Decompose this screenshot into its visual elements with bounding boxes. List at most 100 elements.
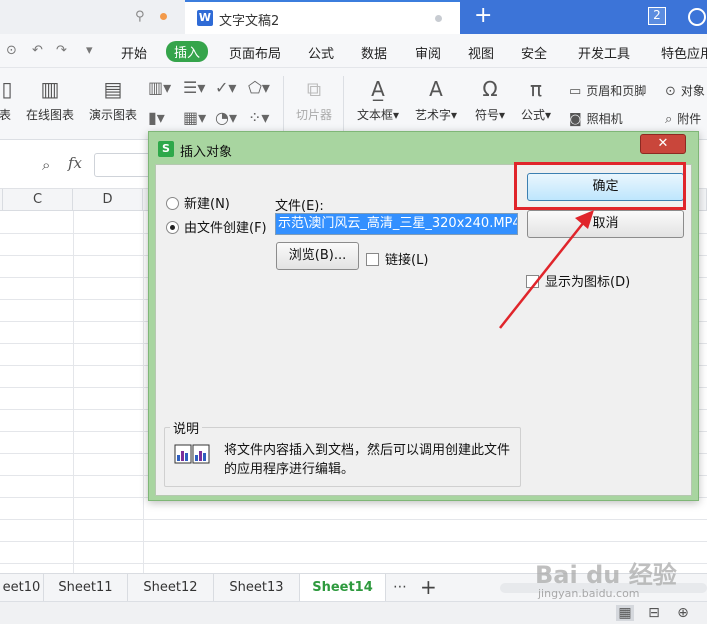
add-sheet-button[interactable]: + xyxy=(420,575,437,599)
menu-page-layout[interactable]: 页面布局 xyxy=(229,43,281,62)
stock-chart-icon[interactable]: ▮▾ xyxy=(148,108,165,127)
ribbon-symbol[interactable]: Ω 符号▾ xyxy=(470,76,510,123)
ribbon-textbox[interactable]: A̲ 文本框▾ xyxy=(352,76,404,123)
more-sheets-icon[interactable]: ⋯ xyxy=(393,579,407,595)
browse-button[interactable]: 浏览(B)... xyxy=(276,242,359,270)
art-text-icon: A xyxy=(429,77,443,101)
menu-home[interactable]: 开始 xyxy=(121,43,147,62)
tab-strip-blank xyxy=(0,0,185,34)
ribbon-slicer: ⧉ 切片器 xyxy=(295,77,332,122)
ribbon-header-footer[interactable]: ▭ 页眉和页脚 xyxy=(569,82,646,99)
title-bar: ⚲ W 文字文稿2 + 2 xyxy=(0,0,707,34)
bar-chart-icon[interactable]: ☰▾ xyxy=(183,78,205,97)
object-icon: ⊙ xyxy=(665,84,676,99)
watermark-url: jingyan.baidu.com xyxy=(538,587,640,600)
print-preview-icon[interactable]: ⊙ xyxy=(6,43,17,58)
dialog-title-bar[interactable]: S 插入对象 ✕ xyxy=(149,132,698,164)
ribbon-chart-partial[interactable]: ▯ 表 xyxy=(0,76,16,123)
create-new-radio[interactable]: 新建(N) xyxy=(166,193,230,212)
checkbox-box-icon xyxy=(366,253,379,266)
sheet-tab-13[interactable]: Sheet13 xyxy=(214,574,300,602)
description-title: 说明 xyxy=(170,418,203,437)
slicer-icon: ⧉ xyxy=(306,77,322,101)
ribbon-online-chart[interactable]: ▥ 在线图表 xyxy=(22,76,78,123)
ribbon-attachment[interactable]: ⌕ 附件 xyxy=(665,110,701,127)
zoom-search-icon[interactable]: ⌕ xyxy=(42,156,50,174)
page-break-view-icon[interactable]: ⊟ xyxy=(645,605,663,621)
menu-insert[interactable]: 插入 xyxy=(166,41,209,62)
window-count-badge[interactable]: 2 xyxy=(648,7,666,25)
ribbon-demo-chart[interactable]: ▤ 演示图表 xyxy=(85,76,141,123)
document-tab[interactable]: W 文字文稿2 xyxy=(185,0,460,34)
cancel-button[interactable]: 取消 xyxy=(527,210,684,238)
omega-symbol-icon: Ω xyxy=(482,77,498,101)
redo-icon[interactable]: ↷ xyxy=(56,43,67,58)
radio-circle-icon xyxy=(166,197,179,210)
sheet-tab-11[interactable]: Sheet11 xyxy=(44,574,128,602)
undo-icon[interactable]: ↶ xyxy=(32,43,43,58)
unsaved-dot-icon xyxy=(160,13,167,20)
menu-bar: ⊙ ↶ ↷ ▾ 开始 插入 页面布局 公式 数据 审阅 视图 安全 开发工具 特… xyxy=(0,34,707,68)
embedded-object-icon xyxy=(174,444,210,464)
pie-chart-icon[interactable]: ◔▾ xyxy=(215,108,237,127)
pin-icon[interactable]: ⚲ xyxy=(135,9,149,25)
fx-icon[interactable]: fx xyxy=(68,154,82,172)
column-header-d[interactable]: D xyxy=(73,189,143,211)
ribbon: ▯ 表 ▥ 在线图表 ▤ 演示图表 ▥▾ ☰▾ ✓▾ ⬠▾ ▮▾ ▦▾ ◔▾ ⁘… xyxy=(0,68,707,140)
combo-chart-icon[interactable]: ▦▾ xyxy=(183,108,206,127)
wps-logo-icon: S xyxy=(158,141,174,157)
grid-line xyxy=(0,541,707,542)
account-avatar-icon[interactable] xyxy=(688,8,706,26)
menu-formulas[interactable]: 公式 xyxy=(308,43,334,62)
ribbon-formula[interactable]: π 公式▾ xyxy=(516,76,556,123)
tab-strip-actions: + 2 xyxy=(460,0,707,34)
ribbon-camera[interactable]: ◙ 照相机 xyxy=(569,110,623,127)
menu-review[interactable]: 审阅 xyxy=(415,43,441,62)
column-header-c[interactable]: C xyxy=(3,189,73,211)
document-tab-title: 文字文稿2 xyxy=(219,14,280,29)
scatter-chart-icon[interactable]: ⁘▾ xyxy=(248,108,269,127)
chart-icon: ▯ xyxy=(1,77,13,101)
textbox-icon: A̲ xyxy=(371,77,385,101)
menu-featured-apps[interactable]: 特色应用 xyxy=(661,43,707,62)
ribbon-art-text[interactable]: A 艺术字▾ xyxy=(410,76,462,123)
new-tab-button[interactable]: + xyxy=(474,3,492,28)
create-from-file-radio[interactable]: 由文件创建(F) xyxy=(166,217,267,236)
show-as-icon-checkbox[interactable]: 显示为图标(D) xyxy=(526,271,630,290)
quick-access-dropdown-icon[interactable]: ▾ xyxy=(86,43,93,58)
ok-button-highlight xyxy=(514,162,686,210)
menu-developer[interactable]: 开发工具 xyxy=(578,43,630,62)
menu-view[interactable]: 视图 xyxy=(468,43,494,62)
file-path-input[interactable]: 示范\澳门风云_高清_三星_320x240.MP4 xyxy=(275,213,518,235)
radio-circle-icon xyxy=(166,221,179,234)
line-chart-icon[interactable]: ✓▾ xyxy=(215,78,236,97)
menu-security[interactable]: 安全 xyxy=(521,43,547,62)
radar-chart-icon[interactable]: ⬠▾ xyxy=(248,78,270,97)
link-checkbox[interactable]: 链接(L) xyxy=(366,249,428,268)
header-footer-icon: ▭ xyxy=(569,84,582,99)
sheet-tab-14[interactable]: Sheet14 xyxy=(300,574,386,602)
writer-doc-icon: W xyxy=(197,10,213,26)
normal-view-icon[interactable]: ▦ xyxy=(616,605,634,621)
attachment-icon: ⌕ xyxy=(665,112,673,127)
sheet-tab-12[interactable]: Sheet12 xyxy=(128,574,214,602)
menu-data[interactable]: 数据 xyxy=(361,43,387,62)
baidu-watermark-logo: Bai du 经验 jingyan.baidu.com xyxy=(535,555,705,603)
status-bar: ▦ ⊟ ⊕ xyxy=(0,601,707,624)
tab-close-icon[interactable] xyxy=(435,15,442,22)
dialog-close-button[interactable]: ✕ xyxy=(640,134,686,154)
page-layout-view-icon[interactable]: ⊕ xyxy=(674,605,692,621)
watermark-brand: Bai du 经验 xyxy=(535,561,677,589)
ribbon-object[interactable]: ⊙ 对象 xyxy=(665,82,705,99)
description-line-1: 将文件内容插入到文档，然后可以调用创建此文件 xyxy=(224,443,511,458)
formula-input[interactable] xyxy=(94,153,154,177)
file-path-selected-text: 示范\澳门风云_高清_三星_320x240.MP4 xyxy=(276,214,517,234)
grid-line xyxy=(0,519,707,520)
checkbox-box-icon xyxy=(526,275,539,288)
description-text: 将文件内容插入到文档，然后可以调用创建此文件 的应用程序进行编辑。 xyxy=(224,441,510,479)
sheet-tab-10[interactable]: eet10 xyxy=(0,574,44,602)
column-chart-icon[interactable]: ▥▾ xyxy=(148,78,171,97)
file-label: 文件(E): xyxy=(275,199,324,214)
dialog-title: 插入对象 xyxy=(180,145,233,160)
online-chart-icon: ▥ xyxy=(40,77,60,101)
